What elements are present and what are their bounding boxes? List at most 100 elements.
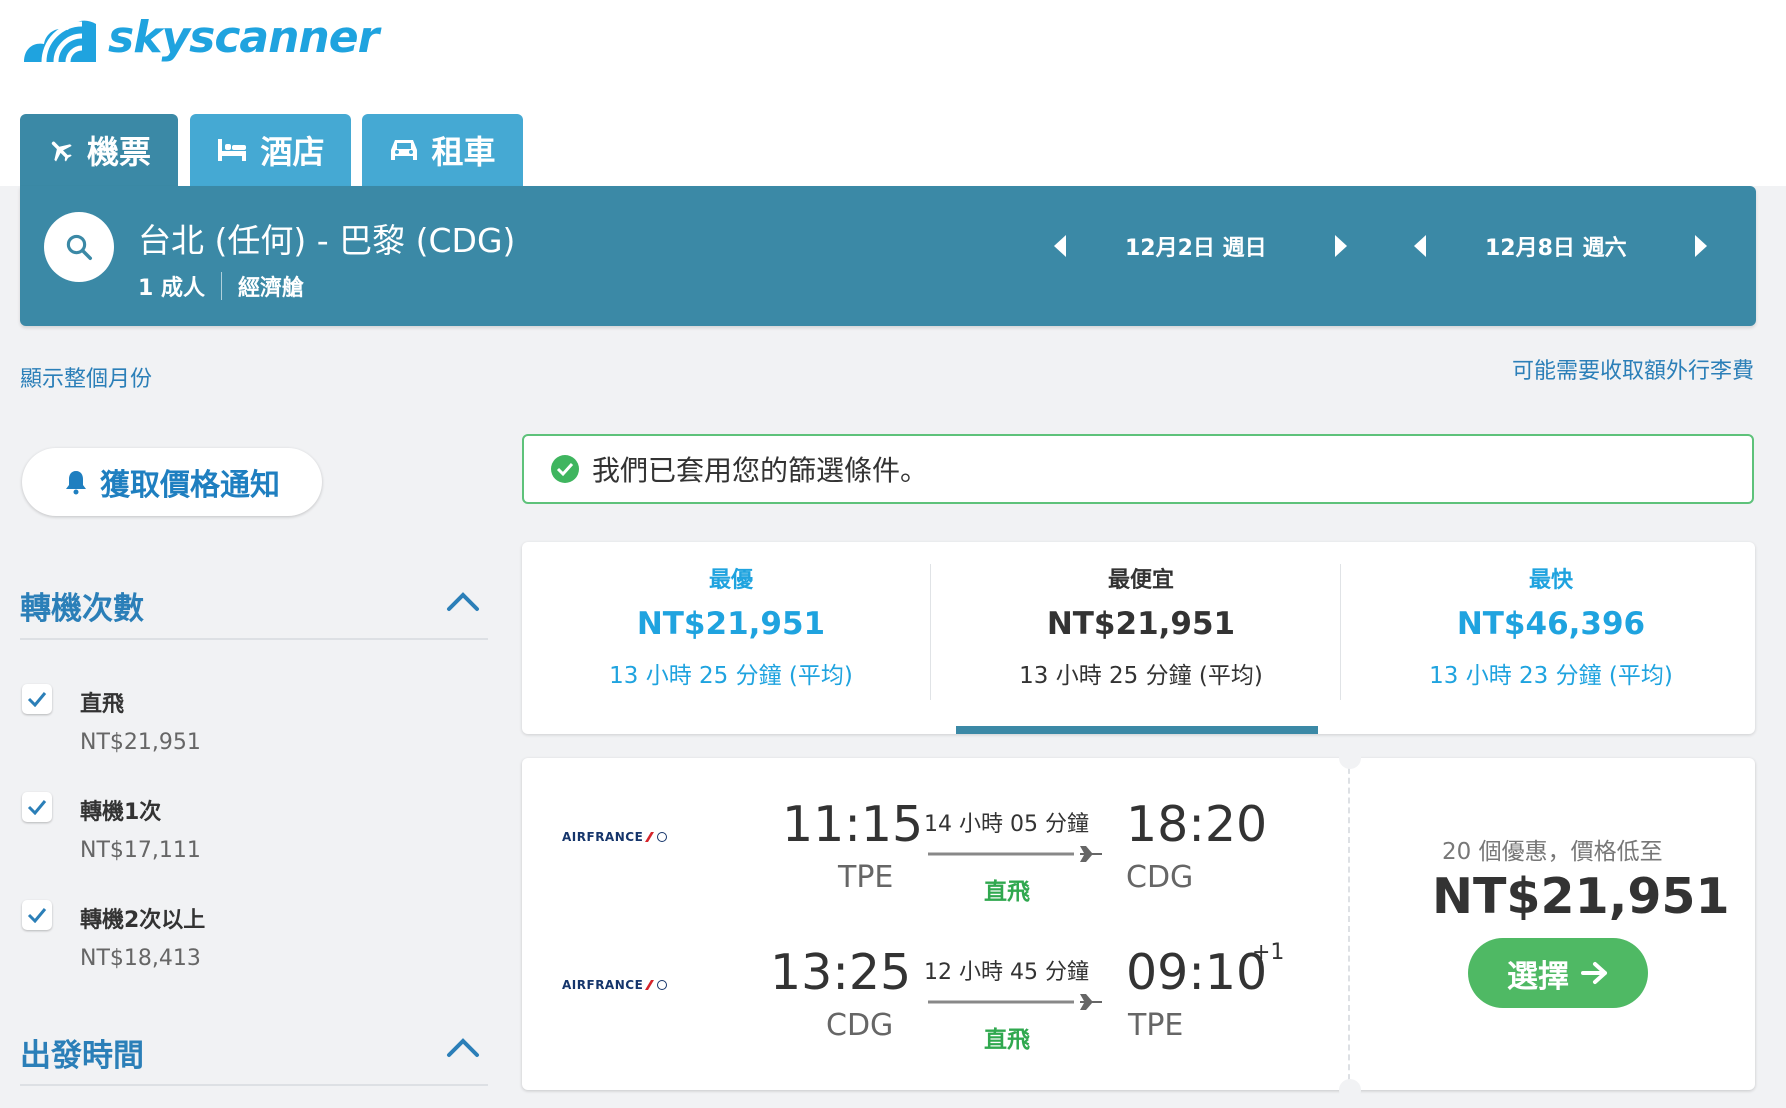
stops-option-label[interactable]: 直飛 <box>80 686 124 718</box>
price-alert-label: 獲取價格通知 <box>100 468 280 503</box>
plane-icon <box>1080 994 1102 1010</box>
passenger-count: 1 成人 <box>138 276 205 301</box>
airline-logo: AIRFRANCE <box>562 978 669 992</box>
filters-applied-banner: 我們已套用您的篩選條件。 <box>522 434 1754 504</box>
stops-option-price: NT$21,951 <box>80 730 201 755</box>
price-alert-button[interactable]: 獲取價格通知 <box>22 448 322 516</box>
arrive-airport: TPE <box>1128 1008 1184 1043</box>
select-label: 選擇 <box>1507 958 1569 995</box>
prev-depart-date-button[interactable] <box>1045 228 1075 264</box>
tab-hotels[interactable]: 酒店 <box>190 114 351 186</box>
plane-icon <box>51 141 72 162</box>
flight-duration: 14 小時 05 分鐘 <box>924 812 1089 837</box>
filter-divider <box>20 1084 488 1086</box>
stops-option-label[interactable]: 轉機1次 <box>80 794 161 826</box>
collapse-departure-time-button[interactable] <box>446 1036 480 1062</box>
sort-label: 最快 <box>1528 568 1573 593</box>
ticket-notch <box>1339 1079 1361 1101</box>
deals-count: 20 個優惠，價格低至 <box>1442 839 1663 865</box>
return-date[interactable]: 12月8日 週六 <box>1485 226 1627 266</box>
sort-best[interactable]: 最優 NT$21,951 13 小時 25 分鐘 (平均) <box>526 562 936 690</box>
sort-options: 最優 NT$21,951 13 小時 25 分鐘 (平均) 最便宜 NT$21,… <box>522 542 1755 734</box>
selected-sort-indicator <box>956 726 1318 734</box>
skyscanner-logo[interactable]: skyscanner <box>20 4 379 70</box>
sort-label: 最優 <box>708 568 753 593</box>
stops-label: 直飛 <box>984 879 1030 905</box>
passenger-cabin-summary[interactable]: 1 成人 經濟艙 <box>138 270 304 302</box>
checkbox-direct[interactable] <box>22 684 52 714</box>
depart-airport: CDG <box>826 1008 894 1043</box>
bell-icon <box>66 471 86 495</box>
airline-logo: AIRFRANCE <box>562 830 669 844</box>
checkmark-icon <box>27 908 47 923</box>
arrive-time: 18:20 <box>1126 796 1268 853</box>
sort-price: NT$21,951 <box>1046 606 1236 642</box>
search-button[interactable] <box>44 212 114 282</box>
airline-name: AIRFRANCE <box>562 978 644 992</box>
tab-car-hire[interactable]: 租車 <box>362 114 523 186</box>
caret-left-icon <box>1054 235 1066 257</box>
depart-airport: TPE <box>838 860 894 895</box>
flight-path-line <box>928 842 1104 870</box>
cloud-wave-icon <box>24 20 96 63</box>
tab-flights[interactable]: 機票 <box>20 114 178 186</box>
depart-time: 11:15 <box>782 796 924 853</box>
plane-icon <box>1080 846 1102 862</box>
caret-right-icon <box>1335 235 1347 257</box>
arrive-airport: CDG <box>1126 860 1194 895</box>
sort-duration: 13 小時 25 分鐘 (平均) <box>1019 663 1263 689</box>
arrow-right-icon <box>1581 962 1607 984</box>
chevron-up-icon <box>447 592 479 611</box>
caret-right-icon <box>1695 235 1707 257</box>
baggage-fee-link[interactable]: 可能需要收取額外行李費 <box>1512 353 1754 385</box>
brand-name: skyscanner <box>108 11 379 63</box>
select-button[interactable]: 選擇 <box>1468 938 1648 1008</box>
show-whole-month-link[interactable]: 顯示整個月份 <box>20 361 152 393</box>
depart-time: 13:25 <box>770 944 912 1001</box>
stops-option-price: NT$17,111 <box>80 838 201 863</box>
flight-path-line <box>928 990 1104 1018</box>
bed-icon <box>218 139 247 161</box>
prev-return-date-button[interactable] <box>1405 228 1435 264</box>
sort-duration: 13 小時 25 分鐘 (平均) <box>609 663 853 689</box>
ticket-notch <box>1339 747 1361 769</box>
sort-price: NT$46,396 <box>1456 606 1646 642</box>
checkmark-icon <box>27 692 47 707</box>
tab-label: 酒店 <box>260 133 325 171</box>
checkmark-icon <box>27 800 47 815</box>
stops-filter-title[interactable]: 轉機次數 <box>20 583 144 628</box>
tab-label: 機票 <box>86 133 151 171</box>
stops-option-price: NT$18,413 <box>80 946 201 971</box>
checkbox-one-stop[interactable] <box>22 792 52 822</box>
checkbox-two-plus-stops[interactable] <box>22 900 52 930</box>
banner-text: 我們已套用您的篩選條件。 <box>592 454 929 487</box>
airline-name: AIRFRANCE <box>562 830 644 844</box>
ticket-perforation <box>1348 758 1350 1090</box>
departure-time-filter-title[interactable]: 出發時間 <box>20 1030 144 1075</box>
flight-result-card[interactable]: AIRFRANCE 11:15 TPE 14 小時 05 分鐘 直飛 18:20… <box>522 747 1755 1101</box>
car-icon <box>391 140 418 160</box>
stops-label: 直飛 <box>984 1027 1030 1053</box>
cabin-class: 經濟艙 <box>237 276 304 301</box>
airline-stripe-icon <box>645 980 668 990</box>
airline-stripe-icon <box>645 832 668 842</box>
arrive-time: 09:10 <box>1126 944 1268 1001</box>
sort-divider <box>930 564 931 700</box>
separator <box>220 272 222 300</box>
result-price: NT$21,951 <box>1432 868 1730 925</box>
sort-duration: 13 小時 23 分鐘 (平均) <box>1429 663 1673 689</box>
depart-date[interactable]: 12月2日 週日 <box>1125 226 1267 266</box>
sort-divider <box>1340 564 1341 700</box>
sort-label: 最便宜 <box>1107 568 1174 593</box>
sort-cheapest[interactable]: 最便宜 NT$21,951 13 小時 25 分鐘 (平均) <box>936 562 1346 690</box>
sort-fastest[interactable]: 最快 NT$46,396 13 小時 23 分鐘 (平均) <box>1346 562 1756 690</box>
flight-duration: 12 小時 45 分鐘 <box>924 960 1089 985</box>
collapse-stops-button[interactable] <box>446 590 480 616</box>
search-icon <box>66 234 92 260</box>
day-offset: +1 <box>1252 940 1285 965</box>
next-depart-date-button[interactable] <box>1326 228 1356 264</box>
stops-option-label[interactable]: 轉機2次以上 <box>80 902 205 934</box>
search-summary-bar: 台北 (任何) - 巴黎 (CDG) 1 成人 經濟艙 12月2日 週日 12月… <box>20 186 1756 326</box>
next-return-date-button[interactable] <box>1686 228 1716 264</box>
route-text[interactable]: 台北 (任何) - 巴黎 (CDG) <box>138 214 515 262</box>
